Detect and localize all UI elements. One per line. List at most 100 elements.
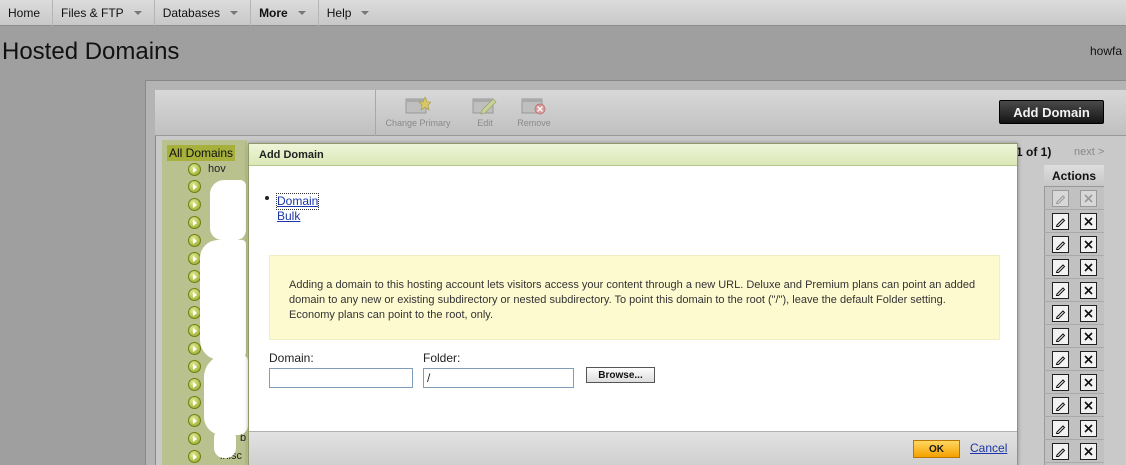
delete-row-button[interactable] [1080, 213, 1097, 230]
mode-domain-link[interactable]: Domain [275, 193, 320, 210]
delete-row-button[interactable] [1080, 397, 1097, 414]
redaction-mark [210, 180, 246, 240]
x-icon [1084, 424, 1093, 433]
change-primary-icon [405, 96, 431, 114]
tree-node-expand-icon[interactable] [188, 180, 201, 193]
tree-node-expand-icon[interactable] [188, 414, 201, 427]
x-icon [1084, 194, 1093, 203]
delete-row-button[interactable] [1080, 190, 1097, 207]
x-icon [1084, 378, 1093, 387]
pencil-icon [1055, 333, 1066, 342]
chevron-down-icon [230, 10, 239, 15]
x-icon [1084, 355, 1093, 364]
pencil-icon [1055, 448, 1066, 457]
table-row [1044, 371, 1104, 394]
pager-status: 1 of 1) [1016, 145, 1052, 159]
table-row [1044, 187, 1104, 210]
table-row [1044, 394, 1104, 417]
add-mode-list: Domain Bulk [265, 193, 320, 224]
edit-row-button[interactable] [1052, 443, 1069, 460]
pencil-icon [1055, 379, 1066, 388]
mode-bulk-link[interactable]: Bulk [277, 209, 318, 224]
folder-input[interactable] [423, 368, 574, 388]
delete-row-button[interactable] [1080, 282, 1097, 299]
user-name: howfa [1090, 44, 1123, 58]
info-message: Adding a domain to this hosting account … [269, 255, 1000, 340]
pager-next-link[interactable]: next > [1074, 146, 1104, 158]
add-domain-button[interactable]: Add Domain [999, 100, 1104, 124]
domain-input[interactable] [269, 368, 413, 388]
ok-button[interactable]: OK [913, 440, 960, 458]
tree-node-expand-icon[interactable] [188, 396, 201, 409]
tree-node-expand-icon[interactable] [188, 216, 201, 229]
x-icon [1084, 263, 1093, 272]
dialog-footer: OK Cancel [249, 431, 1017, 465]
table-row [1044, 348, 1104, 371]
redaction-mark [214, 428, 236, 458]
nav-databases[interactable]: Databases [155, 0, 252, 26]
pencil-icon [1055, 264, 1066, 273]
edit-row-button[interactable] [1052, 305, 1069, 322]
delete-row-button[interactable] [1080, 328, 1097, 345]
x-icon [1084, 286, 1093, 295]
cancel-link[interactable]: Cancel [970, 441, 1007, 455]
edit-row-button[interactable] [1052, 236, 1069, 253]
edit-row-button[interactable] [1052, 351, 1069, 368]
add-domain-dialog: Add Domain Domain Bulk Adding a domain t… [248, 143, 1018, 465]
edit-row-button[interactable] [1052, 374, 1069, 391]
tree-node-expand-icon[interactable] [188, 198, 201, 211]
redaction-mark [204, 355, 248, 435]
nav-help[interactable]: Help [319, 0, 382, 26]
table-row [1044, 302, 1104, 325]
tree-node-expand-icon[interactable] [188, 360, 201, 373]
tree-domain-label[interactable]: hov [208, 163, 226, 175]
edit-row-button[interactable] [1052, 397, 1069, 414]
table-row [1044, 440, 1104, 463]
remove-toolbar-button[interactable]: Remove [494, 95, 574, 128]
delete-row-button[interactable] [1080, 305, 1097, 322]
delete-row-button[interactable] [1080, 420, 1097, 437]
nav-home[interactable]: Home [0, 0, 54, 26]
nav-more[interactable]: More [251, 0, 319, 26]
x-icon [1084, 309, 1093, 318]
edit-row-button[interactable] [1052, 213, 1069, 230]
edit-row-button[interactable] [1052, 190, 1069, 207]
tree-node-expand-icon[interactable] [188, 450, 201, 463]
domain-label: Domain: [269, 351, 314, 365]
x-icon [1084, 217, 1093, 226]
pencil-icon [1055, 402, 1066, 411]
tree-node-expand-icon[interactable] [188, 378, 201, 391]
x-icon [1084, 401, 1093, 410]
bullet-icon [265, 196, 269, 200]
edit-row-button[interactable] [1052, 259, 1069, 276]
chevron-down-icon [133, 10, 142, 15]
pencil-icon [1055, 218, 1066, 227]
pencil-icon [1055, 425, 1066, 434]
chevron-down-icon [361, 10, 370, 15]
remove-domain-icon [521, 98, 546, 115]
toolbar [155, 90, 1126, 136]
delete-row-button[interactable] [1080, 259, 1097, 276]
pencil-icon [1055, 241, 1066, 250]
tree-node-expand-icon[interactable] [188, 432, 201, 445]
edit-row-button[interactable] [1052, 328, 1069, 345]
delete-row-button[interactable] [1080, 374, 1097, 391]
edit-row-button[interactable] [1052, 420, 1069, 437]
dialog-title: Add Domain [249, 144, 1017, 166]
table-row [1044, 233, 1104, 256]
nav-files-ftp[interactable]: Files & FTP [53, 0, 155, 26]
x-icon [1084, 332, 1093, 341]
delete-row-button[interactable] [1080, 351, 1097, 368]
delete-row-button[interactable] [1080, 443, 1097, 460]
edit-row-button[interactable] [1052, 282, 1069, 299]
delete-row-button[interactable] [1080, 236, 1097, 253]
x-icon [1084, 447, 1093, 456]
pencil-icon [1055, 356, 1066, 365]
tree-node-expand-icon[interactable] [188, 234, 201, 247]
browse-button[interactable]: Browse... [586, 367, 655, 383]
table-row [1044, 279, 1104, 302]
table-row [1044, 210, 1104, 233]
tree-node-expand-icon[interactable] [188, 342, 201, 355]
tree-node-expand-icon[interactable] [188, 163, 201, 176]
tree-all-domains[interactable]: All Domains [167, 145, 236, 161]
